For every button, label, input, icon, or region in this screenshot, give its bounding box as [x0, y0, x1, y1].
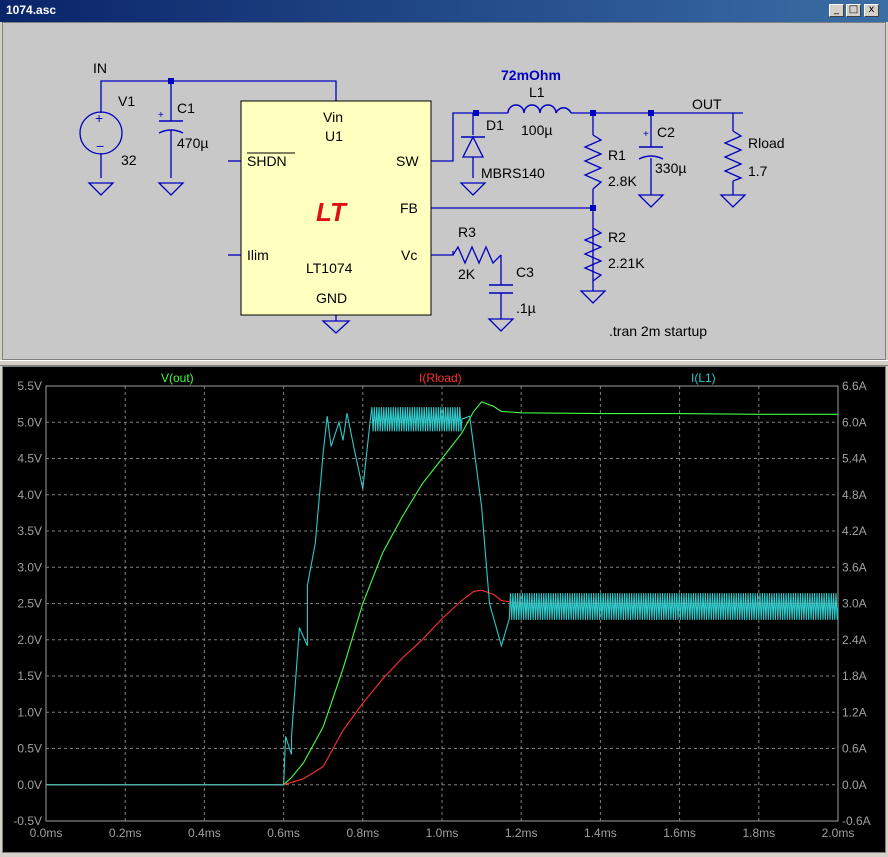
r1-value: 2.8K	[608, 173, 637, 189]
right-y-tick-label: 4.8A	[842, 488, 867, 502]
left-y-tick-label: 5.5V	[17, 379, 42, 393]
left-y-tick-label: 0.0V	[17, 778, 42, 792]
l1-value: 100µ	[521, 122, 552, 138]
u1-part: LT1074	[306, 260, 353, 276]
left-y-tick-label: 1.0V	[17, 705, 42, 719]
x-tick-label: 1.4ms	[584, 826, 617, 840]
r3-name: R3	[458, 224, 476, 240]
x-tick-label: 0.2ms	[109, 826, 142, 840]
spice-directive[interactable]: .tran 2m startup	[609, 323, 707, 339]
net-label-in: IN	[93, 60, 107, 76]
u1-name: U1	[325, 128, 343, 144]
left-y-tick-label: 2.0V	[17, 633, 42, 647]
v1-source[interactable]: + − V1 32	[79, 93, 137, 168]
pin-ilim: Ilim	[247, 247, 269, 263]
c2-capacitor[interactable]: + C2 330µ	[638, 124, 686, 176]
pin-vc: Vc	[401, 247, 417, 263]
pin-sw: SW	[396, 153, 419, 169]
c2-polarity-icon: +	[643, 129, 649, 140]
right-y-tick-label: 1.8A	[842, 669, 867, 683]
window-title: 1074.asc	[6, 3, 57, 17]
u1-chip[interactable]: Vin U1 SHDN SW FB Ilim Vc LT1074 GND LT	[240, 100, 432, 316]
x-tick-label: 1.6ms	[663, 826, 696, 840]
right-y-tick-label: 0.0A	[842, 778, 867, 792]
x-tick-label: 0.8ms	[346, 826, 379, 840]
left-y-tick-label: -0.5V	[13, 814, 42, 828]
c2-name: C2	[657, 124, 675, 140]
r2-name: R2	[608, 229, 626, 245]
left-y-tick-label: 2.5V	[17, 597, 42, 611]
x-tick-label: 0.0ms	[30, 826, 63, 840]
pin-fb: FB	[400, 200, 418, 216]
d1-value: MBRS140	[481, 165, 545, 181]
c2-value: 330µ	[655, 160, 686, 176]
legend-irload[interactable]: I(Rload)	[419, 371, 462, 385]
minimize-button[interactable]: _	[829, 4, 844, 17]
c3-name: C3	[516, 264, 534, 280]
c3-value: .1µ	[516, 300, 536, 316]
left-y-tick-label: 5.0V	[17, 415, 42, 429]
waveform-pane[interactable]: V(out) I(Rload) I(L1) 0.0ms 0.2ms 0.4ms 0.6…	[2, 366, 886, 853]
rload-name: Rload	[748, 135, 785, 151]
l1-rser: 72mOhm	[501, 67, 561, 83]
right-y-tick-label: 1.2A	[842, 705, 867, 719]
left-y-tick-label: 1.5V	[17, 669, 42, 683]
x-tick-label: 2.0ms	[822, 826, 855, 840]
lt-logo-icon: LT	[316, 197, 348, 227]
window-titlebar[interactable]: 1074.asc _ □ x	[0, 0, 888, 22]
c1-value: 470µ	[177, 135, 208, 151]
v1-value: 32	[121, 152, 137, 168]
d1-name: D1	[486, 117, 504, 133]
pin-shdn: SHDN	[247, 153, 287, 169]
right-y-tick-label: 4.2A	[842, 524, 867, 538]
c1-polarity-icon: +	[158, 110, 164, 121]
c1-capacitor[interactable]: + C1 470µ	[158, 100, 208, 151]
c1-name: C1	[177, 100, 195, 116]
restore-button[interactable]: □	[846, 4, 861, 17]
x-tick-label: 1.0ms	[426, 826, 459, 840]
x-tick-label: 0.4ms	[188, 826, 221, 840]
left-y-tick-label: 3.5V	[17, 524, 42, 538]
rload-value: 1.7	[748, 163, 768, 179]
left-y-tick-label: 3.0V	[17, 560, 42, 574]
x-tick-label: 1.8ms	[742, 826, 775, 840]
left-y-tick-label: 4.5V	[17, 452, 42, 466]
plus-icon: +	[95, 110, 103, 126]
r3-resistor[interactable]: R3 2K	[452, 224, 502, 282]
schematic-pane[interactable]: + − V1 32 IN + C1 470µ Vin U1 SHDN SW FB…	[2, 22, 886, 360]
v1-name: V1	[118, 93, 135, 109]
r1-name: R1	[608, 147, 626, 163]
net-label-out: OUT	[692, 96, 722, 112]
right-y-tick-label: -0.6A	[842, 814, 871, 828]
c3-capacitor[interactable]: C3 .1µ	[489, 264, 536, 316]
l1-inductor[interactable]: 72mOhm L1 100µ	[501, 67, 572, 138]
minus-icon: −	[96, 138, 104, 154]
waveform-plot[interactable]: V(out) I(Rload) I(L1) 0.0ms 0.2ms 0.4ms 0.6…	[3, 367, 885, 852]
schematic-canvas[interactable]: + − V1 32 IN + C1 470µ Vin U1 SHDN SW FB…	[3, 23, 885, 359]
legend-il1[interactable]: I(L1)	[691, 371, 716, 385]
pin-vin: Vin	[323, 109, 343, 125]
right-y-tick-label: 5.4A	[842, 452, 867, 466]
close-button[interactable]: x	[864, 4, 879, 17]
legend-vout[interactable]: V(out)	[161, 371, 194, 385]
right-y-tick-label: 3.0A	[842, 597, 867, 611]
r2-resistor[interactable]: R2 2.21K	[583, 227, 645, 282]
x-tick-label: 0.6ms	[267, 826, 300, 840]
l1-name: L1	[529, 84, 545, 100]
left-y-tick-label: 0.5V	[17, 742, 42, 756]
right-y-tick-label: 3.6A	[842, 560, 867, 574]
pin-gnd: GND	[316, 290, 347, 306]
left-y-tick-label: 4.0V	[17, 488, 42, 502]
right-y-tick-label: 6.0A	[842, 415, 867, 429]
x-tick-label: 1.2ms	[505, 826, 538, 840]
right-y-tick-label: 6.6A	[842, 379, 867, 393]
r3-value: 2K	[458, 266, 476, 282]
right-y-tick-label: 0.6A	[842, 742, 867, 756]
right-y-tick-label: 2.4A	[842, 633, 867, 647]
r1-resistor[interactable]: R1 2.8K	[583, 134, 637, 190]
rload-resistor[interactable]: Rload 1.7	[723, 130, 785, 182]
r2-value: 2.21K	[608, 255, 645, 271]
